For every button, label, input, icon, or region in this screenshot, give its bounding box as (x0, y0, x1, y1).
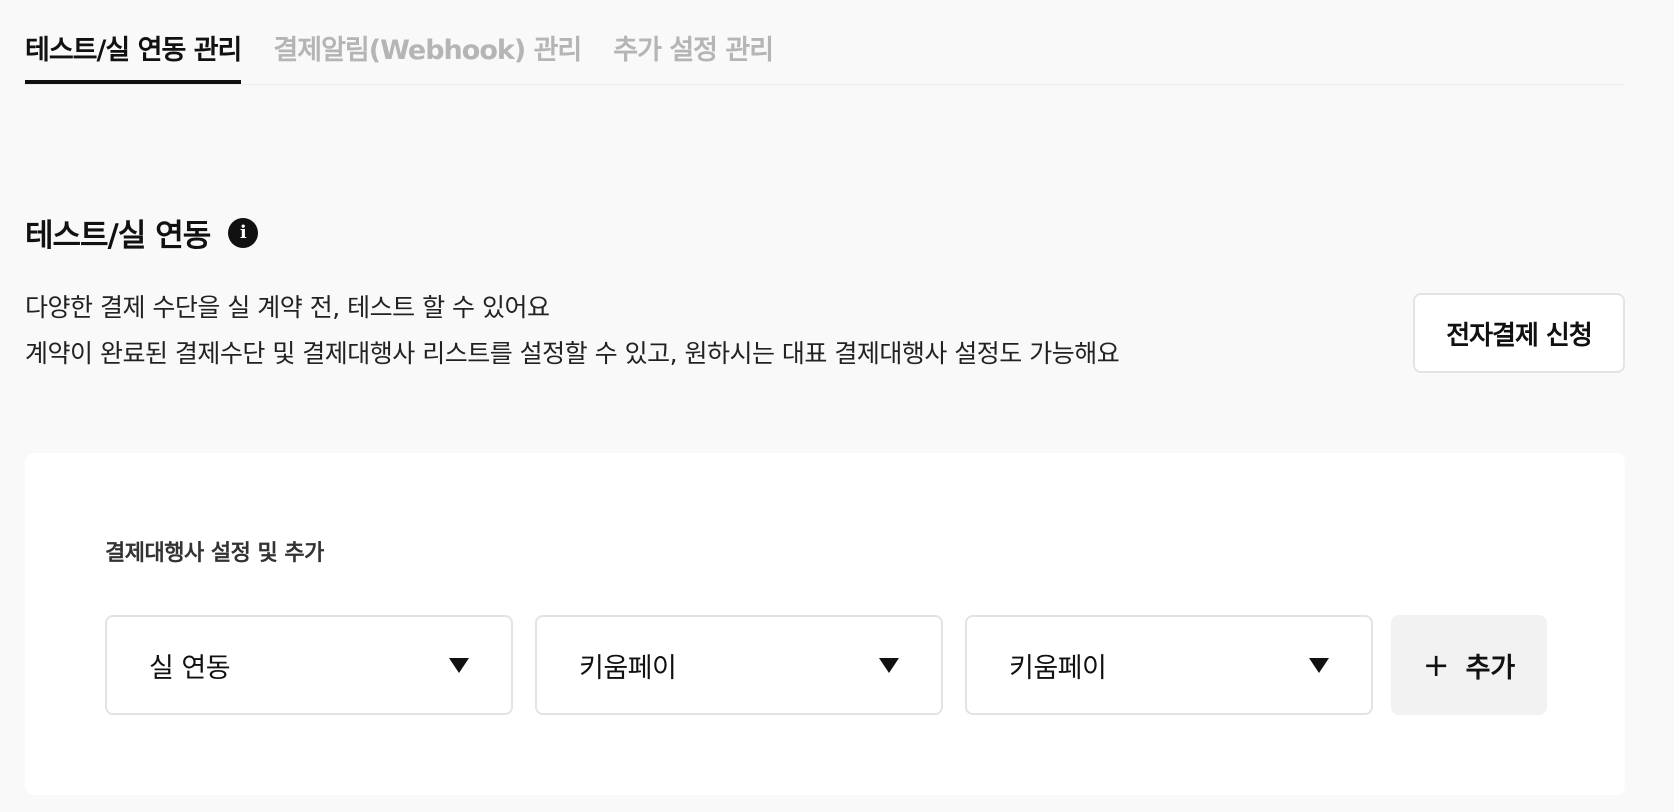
apply-electronic-payment-button[interactable]: 전자결제 신청 (1413, 293, 1625, 373)
integration-mode-value: 실 연동 (149, 652, 231, 684)
description-line-2: 계약이 완료된 결제수단 및 결제대행사 리스트를 설정할 수 있고, 원하시는… (25, 339, 1120, 368)
pg-settings-card: 결제대행사 설정 및 추가 실 연동 키움페이 키움페이 + 추가 (25, 453, 1625, 795)
tab-webhook[interactable]: 결제알림(Webhook) 관리 (273, 22, 582, 84)
tab-bar: 테스트/실 연동 관리 결제알림(Webhook) 관리 추가 설정 관리 (25, 22, 1625, 85)
caret-down-icon (449, 657, 469, 673)
payment-gateway-select[interactable]: 키움페이 (535, 615, 943, 715)
merchant-value: 키움페이 (1009, 652, 1107, 684)
tab-test-live-integration[interactable]: 테스트/실 연동 관리 (25, 22, 242, 84)
add-button[interactable]: + 추가 (1391, 615, 1547, 715)
payment-gateway-value: 키움페이 (579, 652, 677, 684)
add-button-label: 추가 (1465, 652, 1516, 684)
section-header: 테스트/실 연동 i (25, 210, 259, 255)
section-title: 테스트/실 연동 (25, 218, 211, 254)
tab-additional-settings[interactable]: 추가 설정 관리 (613, 22, 774, 84)
page: 테스트/실 연동 관리 결제알림(Webhook) 관리 추가 설정 관리 테스… (0, 0, 1674, 812)
integration-mode-select[interactable]: 실 연동 (105, 615, 513, 715)
pg-settings-label: 결제대행사 설정 및 추가 (105, 541, 324, 566)
info-icon[interactable]: i (228, 217, 259, 248)
description-line-1: 다양한 결제 수단을 실 계약 전, 테스트 할 수 있어요 (25, 293, 550, 322)
section-description: 다양한 결제 수단을 실 계약 전, 테스트 할 수 있어요 계약이 완료된 결… (25, 285, 1120, 377)
caret-down-icon (879, 657, 899, 673)
merchant-select[interactable]: 키움페이 (965, 615, 1373, 715)
plus-icon: + (1422, 646, 1450, 684)
caret-down-icon (1309, 657, 1329, 673)
